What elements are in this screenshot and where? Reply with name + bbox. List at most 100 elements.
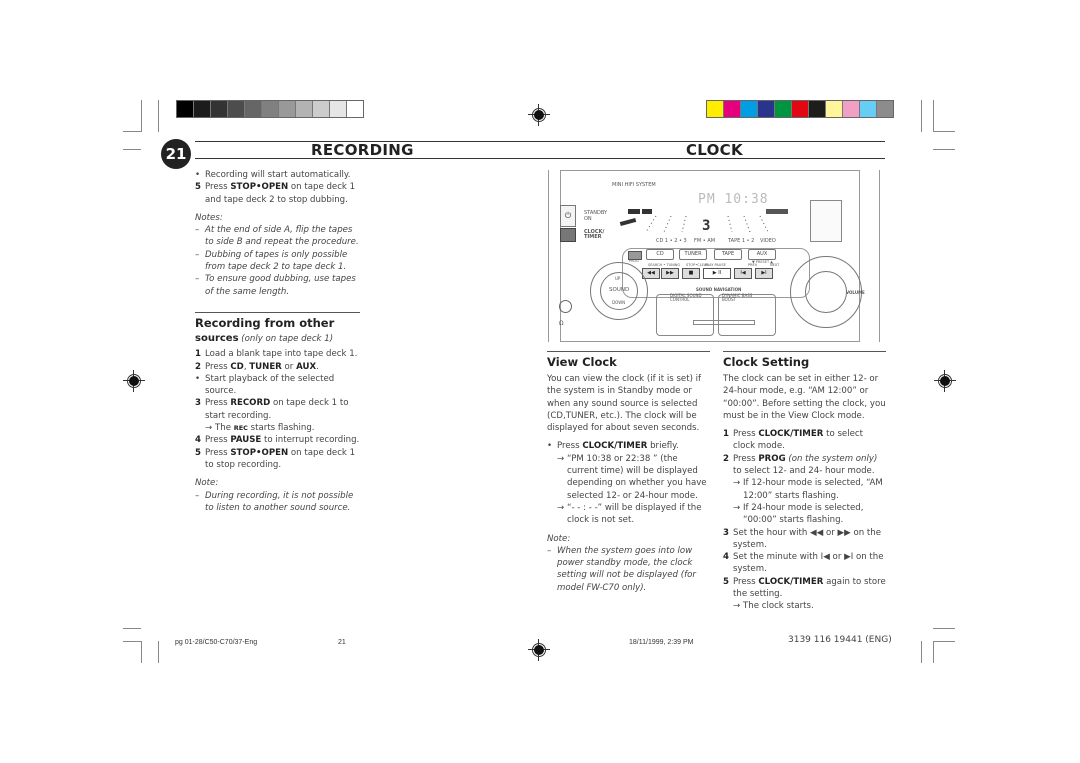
color-swatch	[347, 101, 363, 117]
step-3: 3 Press RECORD on tape deck 1 to start r…	[195, 398, 349, 421]
list-item: • Press CLOCK/TIMER briefly.	[547, 441, 679, 452]
color-swatch	[211, 101, 228, 117]
clock-setting-title: Clock Setting	[723, 355, 810, 369]
crop-mark	[933, 641, 955, 642]
crop-mark	[933, 628, 955, 629]
prog-label: PROG	[629, 259, 640, 263]
lcd-disc-number: 3	[702, 218, 710, 234]
volume-label: VOLUME	[846, 290, 865, 295]
list-item: • Start playback of the selected source.	[195, 373, 335, 397]
crop-mark	[158, 641, 159, 663]
color-swatch	[279, 101, 296, 117]
transport-label: PREV	[748, 263, 758, 267]
subsection-title-recording-other: Recording from other	[195, 315, 335, 330]
crop-mark	[933, 100, 934, 132]
headphone-icon: Ω	[559, 320, 564, 327]
footer-file-name: pg 01-28/C50-C70/37-Eng	[175, 639, 258, 646]
stop-button: ■	[682, 268, 700, 279]
aux-button: AUX	[748, 249, 776, 260]
section-title-clock: CLOCK	[686, 141, 743, 159]
registration-mark-icon	[528, 639, 550, 661]
color-swatch	[330, 101, 347, 117]
color-swatch	[775, 101, 792, 117]
subsection-rule	[195, 311, 360, 313]
registration-mark-icon	[528, 104, 550, 126]
color-swatch	[177, 101, 194, 117]
clock-timer-button	[560, 228, 576, 242]
next-button: ▶I	[755, 268, 773, 279]
dsc-label: DIGITAL SOUND CONTROL	[670, 293, 702, 302]
crop-mark	[921, 100, 922, 132]
color-swatch-bar	[706, 100, 894, 118]
step-2: 2 Press PROG (on the system only) to sel…	[723, 453, 878, 477]
transport-label: SEARCH • TUNING	[648, 263, 681, 267]
cd-button: CD	[646, 249, 674, 260]
prev-button: I◀	[734, 268, 752, 279]
clock-setting-body: The clock can be set in either 12- or 24…	[723, 374, 886, 421]
color-swatch	[262, 101, 279, 117]
crop-mark	[141, 100, 142, 132]
sound-label: SOUND	[609, 287, 630, 293]
source-label: TAPE 1 • 2	[728, 238, 755, 244]
crop-mark	[921, 641, 922, 663]
color-swatch	[707, 101, 724, 117]
notes-label: Notes:	[195, 212, 223, 223]
transport-label: NEXT	[770, 263, 780, 267]
color-swatch	[741, 101, 758, 117]
step-5: 5 Press STOP•OPEN on tape deck 1 to stop…	[195, 447, 356, 470]
header-rule-top	[195, 141, 885, 142]
step-result: → “- - : - -” will be displayed if the cl…	[557, 502, 702, 526]
step-result: → The clock starts.	[733, 601, 814, 612]
crop-mark	[123, 641, 141, 642]
note-item: – To ensure good dubbing, use tapes of th…	[195, 274, 356, 297]
footer-page-number: 21	[338, 639, 346, 646]
step-5: 5 Press CLOCK/TIMER again to store the s…	[723, 576, 886, 600]
crop-mark	[123, 628, 141, 629]
grayscale-swatch-bar	[176, 100, 364, 118]
footer-datetime: 18/11/1999, 2:39 PM	[629, 639, 694, 646]
brand-label: MINI HIFI SYSTEM	[612, 182, 656, 188]
subsection-title-line2: sources (only on tape deck 1)	[195, 332, 334, 344]
note-item: – When the system goes into low power sta…	[547, 545, 696, 593]
recording-column: • Recording will start automatically. 5 P…	[195, 169, 360, 514]
dbb-label: DYNAMIC BASS BOOST	[722, 293, 753, 302]
color-swatch	[809, 101, 826, 117]
transport-label: PLAY PAUSE	[705, 263, 726, 267]
registration-mark-icon	[934, 370, 956, 392]
step-5-dubbing: 5 Press STOP•OPEN on tape deck 1 and tap…	[195, 182, 356, 205]
down-label: DOWN	[612, 300, 626, 305]
page-number-badge: 21	[161, 139, 191, 169]
crop-mark	[123, 131, 141, 132]
sound-navigation-label: SOUND NAVIGATION	[696, 287, 742, 292]
step-result: → If 24-hour mode is selected, “00:00” st…	[733, 502, 864, 526]
crop-mark	[933, 641, 934, 663]
color-swatch	[313, 101, 330, 117]
section-title-recording: RECORDING	[311, 141, 414, 159]
view-clock-body: You can view the clock (if it is set) if…	[547, 374, 702, 434]
play-pause-button: ▶ II	[703, 268, 731, 279]
color-swatch	[792, 101, 809, 117]
clock-timer-label: CLOCK/ TIMER	[584, 229, 605, 240]
source-label: VIDEO	[760, 238, 776, 244]
note-label: Note:	[195, 478, 219, 489]
color-swatch	[724, 101, 741, 117]
lcd-segment-display: 3	[616, 206, 796, 236]
color-swatch	[877, 101, 893, 117]
subsection-rule	[547, 351, 710, 352]
color-swatch	[758, 101, 775, 117]
step-result: → The REC starts flashing.	[205, 423, 315, 434]
crop-mark	[933, 131, 955, 132]
tape-button: TAPE	[714, 249, 742, 260]
color-swatch	[860, 101, 877, 117]
color-swatch	[228, 101, 245, 117]
power-button: ⏻	[560, 205, 576, 227]
step-4: 4 Set the minute with I◀ or ▶I on the sys…	[723, 552, 884, 575]
note-item: – Dubbing of tapes is only possible from …	[195, 249, 348, 273]
fast-forward-button: ▶▶	[661, 268, 679, 279]
step-4: 4 Press PAUSE to interrupt recording.	[195, 435, 360, 446]
step-2: 2 Press CD, TUNER or AUX.	[195, 361, 319, 372]
tuner-button: TUNER	[679, 249, 707, 260]
on-label: ON	[584, 216, 592, 222]
up-label: UP	[615, 276, 621, 281]
crop-mark	[933, 149, 955, 150]
